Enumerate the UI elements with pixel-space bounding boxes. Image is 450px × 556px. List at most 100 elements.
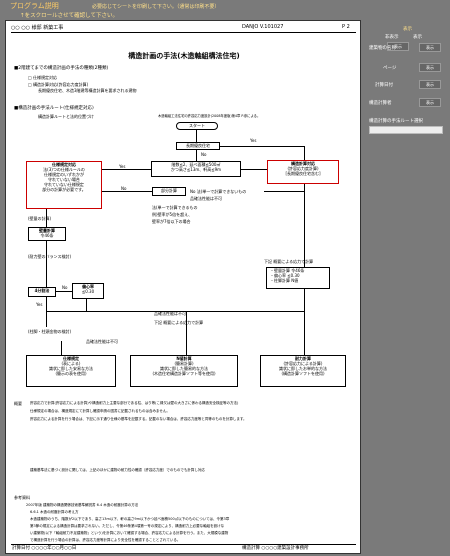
gaiyou-line: 許容応力による計算を行う場合は、下記に示す通り仕様の基準を記載する。記載のない場… <box>30 417 247 421</box>
top-bar: プログラム説明 必要応じてシートを印刷して下さい。（通常は印刷不要） ↑をスクロ… <box>0 0 450 20</box>
yes-label: Yes <box>250 138 257 143</box>
footer-rule <box>11 544 356 545</box>
connector <box>196 150 197 161</box>
route-select-input[interactable] <box>369 126 443 134</box>
yes-label: Yes <box>36 302 43 307</box>
connector <box>102 191 152 192</box>
kouzou-keisan-node: 構造計算対応 (許容応力度計算) [長期優良住宅含む] <box>267 160 339 184</box>
result-shiyou-kitei: 仕様規定 (表による) 識状に即した安易な方法 (簡示の表を使用) <box>26 355 116 387</box>
references-label: 参考資料 <box>14 495 30 500</box>
connector <box>304 146 305 160</box>
right-list-item: ・柱脚計算 N値 <box>270 278 299 283</box>
section1-item: □ 仕様規定対応 <box>28 75 58 80</box>
section2-subheading: 構造計算ルートと法的位置づけ <box>38 114 94 119</box>
section1-item: □ 構造計算対応(許容応力度計算) <box>28 82 89 87</box>
connector <box>196 130 197 142</box>
route-select-label: 構造計算の手法ルート選択 <box>369 119 423 124</box>
shiyou-line: 部分の計算が必要です。 <box>42 187 86 192</box>
bubun-keisan-node: 部分計算 <box>152 187 186 196</box>
show-author-button[interactable]: 表示 <box>419 98 441 107</box>
page-title: 構造計画の手法(木造軸組構法住宅) <box>128 52 240 60</box>
show-page-button[interactable]: 表示 <box>419 63 441 72</box>
sidebar-row-label: 計算日付 <box>375 83 393 88</box>
connector <box>61 341 62 355</box>
connector <box>46 297 47 327</box>
choukiyuuryou-node: 長期優良住宅 <box>176 142 220 150</box>
flow-note: 木造軸組工法住宅の許容応力度設計(2008年度版)第4章 P.参による。 <box>158 114 261 118</box>
hinkaku-note: 品確法性能は不可 <box>190 196 222 201</box>
result-n-value: N値計算 (簡易計算) 識状に即した簡易的な方法 (木造住宅構造計算ソフト等を使… <box>130 355 238 387</box>
mid-note: 建築基準法に基づく設計に関しては、上記のほかに建物の耐力性の確認（許容応力度）で… <box>30 468 205 472</box>
scale-node: 階数≦2、延べ面積≦500㎡ かつ高さ≦13m、軒高≦9m <box>151 161 241 177</box>
connector <box>264 191 304 192</box>
reference-line: 2007年版 建築物の構造関係技術基準解説書 6.4 木造の耐震計算の方法 <box>26 503 139 507</box>
kabe-keisan-node: 壁量計算 令46条 <box>28 227 66 241</box>
connector <box>56 291 72 292</box>
connector <box>241 169 267 170</box>
reference-line: で構造計算を行う場合の計算は、許容応力度等計算により安全性を確認することとされて… <box>30 538 181 542</box>
document-page: ○○ ○○ 様邸 新築工事 DANJO V.101027 P 2 構造計画の手法… <box>5 20 361 554</box>
connector <box>304 192 305 267</box>
kabe-line: 令46条 <box>40 233 54 238</box>
hinkaku-note: 品確法性能は不可 <box>86 339 118 344</box>
result-kyoyou: 耐力計算 (許容応力による計算) 識状に即したお単的な方法 (構造計算ソフトを使… <box>260 355 346 387</box>
right-list: ・壁量計算 令46条 ・偏心率 ≦0.30 ・柱脚計算 N値 <box>266 267 330 289</box>
show-label: 表示 <box>413 35 422 40</box>
connector <box>304 289 305 355</box>
connector <box>102 169 151 170</box>
bubun-desc: 法(単一で計算できるもの <box>152 205 198 210</box>
print-notice: 必要応じてシートを印刷して下さい。（通常は印刷不要） <box>92 4 220 10</box>
connector <box>186 311 187 355</box>
page-number: P 2 <box>342 24 350 30</box>
no-label: No <box>121 186 127 191</box>
bunkatsu-node: 4分割法 <box>28 287 56 297</box>
project-name: ○○ ○○ 様邸 新築工事 <box>11 25 64 31</box>
section1-item: 長期優良住宅、木造3階建等構造計算を要求される建物 <box>38 88 137 93</box>
connector <box>86 299 87 311</box>
doc-number: DANJO V.101027 <box>242 24 284 30</box>
program-description-label[interactable]: プログラム説明 <box>10 1 59 11</box>
gaiyou-label: 概要 <box>14 401 22 406</box>
sidebar-row-label: 構造計算者 <box>369 101 392 106</box>
no-label: No <box>62 285 68 290</box>
sidebar-row-label: 建築物の名称 <box>369 46 396 51</box>
hinkaku-note: 品確法性能は不可 <box>154 311 186 316</box>
sidebar-row-label: ページ <box>383 66 397 71</box>
connector <box>220 146 305 147</box>
section1-heading: ■2階建てまでの構造計画の手法の種類(2種類) <box>14 66 109 71</box>
kouzou-line: [長期優良住宅含む] <box>285 171 321 176</box>
calc-date: 計算日付 ○○○○年○○月○○日 <box>12 546 77 551</box>
hashira-label: (柱脚・柱頭金物の検討) <box>28 329 72 334</box>
header-rule <box>11 32 356 33</box>
scroll-notice: ↑をスクロールさせて確認して下さい。 <box>20 13 118 19</box>
henshin-line: ≦0.30 <box>81 289 95 294</box>
show-date-button[interactable]: 表示 <box>419 80 441 89</box>
display-label: 表示 <box>403 27 412 32</box>
bubun-note: No 法(単一で計算できないもの <box>190 189 247 194</box>
calc-author: 構造計算 ○○○○建築設計事務所 <box>242 546 309 551</box>
result-line: (簡示の表を使用) <box>55 371 87 376</box>
yes-label: Yes <box>119 164 126 169</box>
result-line: (構造計算ソフトを使用) <box>281 371 325 376</box>
gaiyou-line: 仕様規定の場合は、構造規定にて計算し確認申請の図書に記載されるものは含みません。 <box>30 409 170 413</box>
henshin-node: 偏心率 ≦0.30 <box>72 283 104 299</box>
reference-line: 第3節の規定による構造計算は要求されない。ただし、令第46条第4項第一号の規定に… <box>30 524 225 528</box>
bubun-desc: 壁率が7倍以下の場合 <box>152 219 191 224</box>
result-line: (木造住宅構造計算ソフト等を使用) <box>152 371 216 376</box>
reference-line: 6.6.1 木造の耐震計算の考え方 <box>30 510 79 514</box>
scale-line: かつ高さ≦13m、軒高≦9m <box>170 167 222 172</box>
hide-label: 非表示 <box>385 35 399 40</box>
gaiyou-line: 許容応力で計算(許容応力による計算)や構造耐力上主要な部分である柱、はり等(こ縁… <box>30 401 239 405</box>
control-sidebar: 表示 非表示 表示 表示 建築物の名称 表示 ページ 表示 計算日付 表示 構造… <box>361 20 450 556</box>
bubun-desc: 例)壁率が5倍を超え、 <box>152 212 193 217</box>
connector <box>46 241 47 287</box>
kabe-label: (壁量の計算) <box>28 216 52 221</box>
right-note: 下記 概要による応力で計算 <box>264 259 314 264</box>
show-name-button[interactable]: 表示 <box>419 43 441 52</box>
kashita-note: 下記 概要による応力で計算 <box>154 320 204 325</box>
start-node: スタート <box>176 122 218 130</box>
reference-line: 木造建築物のうち、階数が2以下であり、高さ13m以下、軒の高さ9m以下かつ延べ面… <box>30 517 230 521</box>
balance-label: (耐力壁のバランス検討) <box>28 254 72 259</box>
no-label: No <box>201 152 207 157</box>
connector <box>304 184 305 192</box>
